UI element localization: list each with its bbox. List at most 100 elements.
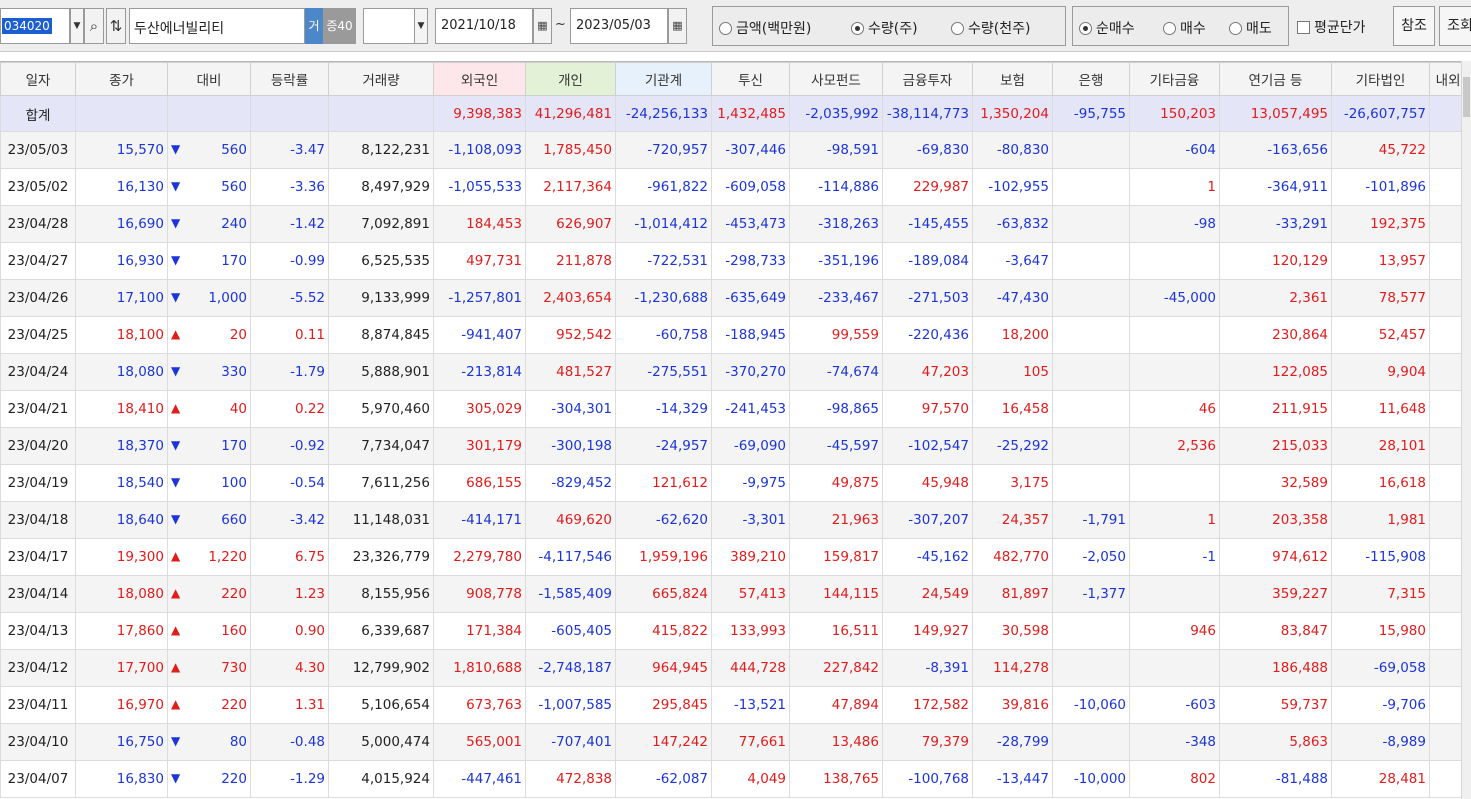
- net-buy-radio[interactable]: 순매수: [1079, 18, 1135, 38]
- cell-trust: 389,210: [711, 538, 790, 576]
- investor-trading-grid[interactable]: 일자 종가 대비 등락률 거래량 외국인 개인 기관계 투신 사모펀드 금융투자 보험 은행 기타금융 연기…: [0, 61, 1471, 799]
- cell-pension: 120,129: [1219, 242, 1332, 280]
- start-date-field[interactable]: 2021/10/18: [435, 8, 533, 44]
- change-value: 170: [221, 253, 247, 269]
- stock-code-field[interactable]: 034020: [0, 8, 70, 44]
- cell-foreign: -1,055,533: [433, 168, 526, 206]
- column-header-other_corp[interactable]: 기타법인: [1331, 62, 1430, 96]
- ref-button[interactable]: 참조: [1393, 6, 1435, 46]
- cell-pension: -364,911: [1219, 168, 1332, 206]
- cell-volume: 8,122,231: [328, 131, 434, 169]
- table-row[interactable]: 23/04/07 16,830 ▼ 220 -1.29 4,015,924 -447,461…: [0, 760, 1471, 798]
- cell-trust: -9,975: [711, 464, 790, 502]
- cell-trust: -453,473: [711, 205, 790, 243]
- cell-chg: ▲ 220: [167, 686, 251, 724]
- period-dropdown-button[interactable]: ▼: [414, 8, 428, 44]
- table-row[interactable]: 23/04/26 17,100 ▼ 1,000 -5.52 9,133,999 -1,257…: [0, 279, 1471, 317]
- unit-shares-radio[interactable]: 수량(주): [851, 18, 918, 38]
- cell-insurance: 24,357: [972, 501, 1053, 539]
- end-date-field[interactable]: 2023/05/03: [570, 8, 668, 44]
- cell-personal: -829,452: [525, 464, 616, 502]
- column-header-bank[interactable]: 은행: [1052, 62, 1130, 96]
- table-row[interactable]: 23/04/19 18,540 ▼ 100 -0.54 7,611,256 686,155-…: [0, 464, 1471, 502]
- table-row[interactable]: 23/04/25 18,100 ▲ 20 0.11 8,874,845 -941,407 95…: [0, 316, 1471, 354]
- cell-personal: -1,585,409: [525, 575, 616, 613]
- change-value: 40: [229, 401, 247, 417]
- cell-other_corp: 16,618: [1331, 464, 1430, 502]
- cell-inst: -24,957: [615, 427, 712, 465]
- column-header-volume[interactable]: 거래량: [328, 62, 434, 96]
- column-header-rate[interactable]: 등락률: [250, 62, 329, 96]
- column-header-foreign[interactable]: 외국인: [433, 62, 526, 96]
- table-row[interactable]: 23/04/28 16,690 ▼ 240 -1.42 7,092,891 184,453 6…: [0, 205, 1471, 243]
- table-row[interactable]: 23/04/18 18,640 ▼ 660 -3.42 11,148,031 -414,17…: [0, 501, 1471, 539]
- stock-code-value[interactable]: 034020: [2, 18, 52, 34]
- cell-fin_invest: -102,547: [882, 427, 973, 465]
- table-row[interactable]: 23/04/27 16,930 ▼ 170 -0.99 6,525,535 497,731 2…: [0, 242, 1471, 280]
- column-header-pef[interactable]: 사모펀드: [789, 62, 883, 96]
- column-header-date[interactable]: 일자: [0, 62, 76, 96]
- change-value: 220: [221, 771, 247, 787]
- cell-chg: ▼ 170: [167, 242, 251, 280]
- radio-on-icon: [851, 22, 864, 35]
- cell-other_corp: 28,481: [1331, 760, 1430, 798]
- table-row[interactable]: 23/04/20 18,370 ▼ 170 -0.92 7,734,047 301,179-…: [0, 427, 1471, 465]
- table-row[interactable]: 23/04/17 19,300 ▲ 1,220 6.75 23,326,779 2,279,…: [0, 538, 1471, 576]
- column-header-other_fin[interactable]: 기타금융: [1129, 62, 1220, 96]
- stock-name-field[interactable]: 두산에너빌리티: [129, 8, 305, 44]
- cell-bank: [1052, 723, 1130, 761]
- end-calendar-icon[interactable]: ▦: [668, 8, 687, 44]
- cell-volume: 7,734,047: [328, 427, 434, 465]
- query-button[interactable]: 조회: [1439, 6, 1471, 46]
- cell-insurance: 482,770: [972, 538, 1053, 576]
- cell-bank: -2,050: [1052, 538, 1130, 576]
- table-row[interactable]: 23/04/11 16,970 ▲ 220 1.31 5,106,654 673,763 -1…: [0, 686, 1471, 724]
- change-value: 220: [221, 586, 247, 602]
- cell-chg: ▲ 220: [167, 575, 251, 613]
- table-row[interactable]: 23/04/14 18,080 ▲ 220 1.23 8,155,956 908,778 -1…: [0, 575, 1471, 613]
- column-header-trust[interactable]: 투신: [711, 62, 790, 96]
- cell-fin_invest: 45,948: [882, 464, 973, 502]
- total-pension: 13,057,495: [1219, 95, 1332, 132]
- cell-close: 19,300: [75, 538, 168, 576]
- buy-radio[interactable]: 매수: [1163, 18, 1206, 38]
- table-row[interactable]: 23/04/10 16,750 ▼ 80 -0.48 5,000,474 565,001 -7…: [0, 723, 1471, 761]
- cell-fin_invest: -271,503: [882, 279, 973, 317]
- sell-radio[interactable]: 매도: [1229, 18, 1272, 38]
- start-calendar-icon[interactable]: ▦: [533, 8, 552, 44]
- period-select[interactable]: [363, 8, 415, 44]
- cell-chg: ▲ 730: [167, 649, 251, 687]
- unit-amount-radio[interactable]: 금액(백만원): [719, 18, 811, 38]
- refresh-icon[interactable]: ⇅: [106, 8, 126, 44]
- table-row[interactable]: 23/05/03 15,570 ▼ 560 -3.47 8,122,231 -1,108,0…: [0, 131, 1471, 169]
- column-header-chg[interactable]: 대비: [167, 62, 251, 96]
- column-header-close[interactable]: 종가: [75, 62, 168, 96]
- table-row[interactable]: 23/04/12 17,700 ▲ 730 4.30 12,799,902 1,810,68…: [0, 649, 1471, 687]
- radio-off-icon: [1163, 22, 1176, 35]
- cell-fin_invest: -145,455: [882, 205, 973, 243]
- cell-inst: 1,959,196: [615, 538, 712, 576]
- scrollbar-thumb[interactable]: [1463, 77, 1470, 117]
- table-row[interactable]: 23/04/24 18,080 ▼ 330 -1.79 5,888,901 -213,814…: [0, 353, 1471, 391]
- up-arrow-icon: ▲: [171, 401, 181, 415]
- cell-inst: -722,531: [615, 242, 712, 280]
- unit-thousand-shares-radio[interactable]: 수량(천주): [951, 18, 1030, 38]
- search-icon[interactable]: ⌕: [84, 8, 104, 44]
- cell-personal: -2,748,187: [525, 649, 616, 687]
- cell-pef: 99,559: [789, 316, 883, 354]
- cell-pef: -98,865: [789, 390, 883, 428]
- table-row[interactable]: 23/04/21 18,410 ▲ 40 0.22 5,970,460 305,029 -30…: [0, 390, 1471, 428]
- vertical-scrollbar[interactable]: [1461, 61, 1471, 799]
- code-dropdown-button[interactable]: ▼: [70, 8, 84, 44]
- avg-price-checkbox[interactable]: 평균단가: [1297, 17, 1366, 37]
- column-header-fin_invest[interactable]: 금융투자: [882, 62, 973, 96]
- column-header-personal[interactable]: 개인: [525, 62, 616, 96]
- cell-insurance: -3,647: [972, 242, 1053, 280]
- column-header-insurance[interactable]: 보험: [972, 62, 1053, 96]
- column-header-inst[interactable]: 기관계: [615, 62, 712, 96]
- table-row[interactable]: 23/05/02 16,130 ▼ 560 -3.36 8,497,929 -1,055,5…: [0, 168, 1471, 206]
- table-row[interactable]: 23/04/13 17,860 ▲ 160 0.90 6,339,687 171,384 -6…: [0, 612, 1471, 650]
- cell-personal: 469,620: [525, 501, 616, 539]
- column-header-pension[interactable]: 연기금 등: [1219, 62, 1332, 96]
- cell-pension: 32,589: [1219, 464, 1332, 502]
